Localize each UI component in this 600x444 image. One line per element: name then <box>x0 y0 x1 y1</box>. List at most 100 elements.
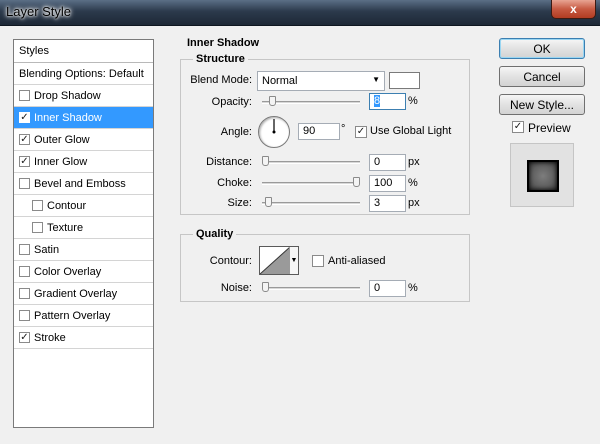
style-checkbox[interactable] <box>19 90 30 101</box>
style-item-label: Inner Shadow <box>34 111 102 124</box>
style-item-label: Pattern Overlay <box>34 309 111 322</box>
anti-aliased-label[interactable]: Anti-aliased <box>328 255 385 267</box>
opacity-input[interactable]: 8 <box>369 93 406 110</box>
new-style-button[interactable]: New Style... <box>499 94 585 115</box>
noise-slider-thumb[interactable] <box>262 282 269 292</box>
style-item-label: Color Overlay <box>34 265 102 278</box>
style-checkbox[interactable]: ✓ <box>19 134 30 145</box>
style-checkbox[interactable]: ✓ <box>19 112 30 123</box>
shadow-color-swatch[interactable] <box>389 72 420 89</box>
size-slider-track[interactable] <box>262 202 360 205</box>
opacity-value: 8 <box>374 95 381 107</box>
style-item-label: Gradient Overlay <box>34 287 118 300</box>
distance-unit: px <box>408 156 420 168</box>
noise-slider-track[interactable] <box>262 287 360 290</box>
style-item-bevel-and-emboss[interactable]: Bevel and Emboss <box>14 173 153 195</box>
distance-label: Distance: <box>206 156 252 168</box>
dialog-body: Styles Blending Options: Default Drop Sh… <box>0 26 600 444</box>
ok-button[interactable]: OK <box>499 38 585 59</box>
structure-title: Structure <box>193 53 248 65</box>
style-checkbox[interactable] <box>19 310 30 321</box>
contour-picker[interactable]: ▼ <box>259 246 299 275</box>
noise-label: Noise: <box>220 282 252 294</box>
blend-mode-select[interactable]: Normal ▼ <box>257 71 385 91</box>
distance-slider-track[interactable] <box>262 161 360 164</box>
distance-input[interactable]: 0 <box>369 154 406 171</box>
angle-label: Angle: <box>220 126 252 138</box>
chevron-down-icon: ▼ <box>372 75 380 84</box>
close-button[interactable]: x <box>551 0 596 19</box>
style-item-texture[interactable]: Texture <box>14 217 153 239</box>
style-checkbox[interactable] <box>19 288 30 299</box>
style-checkbox[interactable]: ✓ <box>19 332 30 343</box>
choke-unit: % <box>408 177 418 189</box>
blend-mode-label: Blend Mode: <box>190 74 252 86</box>
style-checkbox[interactable]: ✓ <box>19 156 30 167</box>
anti-aliased-checkbox[interactable] <box>312 255 324 267</box>
opacity-slider-thumb[interactable] <box>269 96 277 106</box>
angle-dial[interactable] <box>258 116 290 148</box>
style-item-label: Drop Shadow <box>34 89 101 102</box>
style-checkbox[interactable] <box>19 266 30 277</box>
quality-title: Quality <box>193 228 237 240</box>
style-item-pattern-overlay[interactable]: Pattern Overlay <box>14 305 153 327</box>
chevron-down-icon[interactable]: ▼ <box>289 247 298 274</box>
style-item-label: Texture <box>47 221 84 234</box>
style-item-gradient-overlay[interactable]: Gradient Overlay <box>14 283 153 305</box>
style-checkbox[interactable] <box>19 244 30 255</box>
opacity-slider-track[interactable] <box>262 101 360 104</box>
choke-slider-thumb[interactable] <box>353 177 360 187</box>
distance-slider-thumb[interactable] <box>262 156 269 166</box>
style-checkbox[interactable] <box>32 222 43 233</box>
style-checkbox[interactable] <box>19 178 30 189</box>
style-checkbox[interactable] <box>32 200 43 211</box>
angle-needle-icon <box>272 119 276 134</box>
opacity-label: Opacity: <box>211 96 252 108</box>
style-item-color-overlay[interactable]: Color Overlay <box>14 261 153 283</box>
use-global-light-label[interactable]: Use Global Light <box>370 125 451 137</box>
window-title: Layer Style <box>6 4 72 19</box>
style-item-label: Stroke <box>34 331 66 344</box>
section-title: Inner Shadow <box>184 37 263 49</box>
size-slider-thumb[interactable] <box>264 197 272 207</box>
preview-checkbox[interactable]: ✓ <box>512 121 524 133</box>
blending-options-item[interactable]: Blending Options: Default <box>14 63 153 85</box>
size-unit: px <box>408 197 420 209</box>
style-item-inner-glow[interactable]: ✓ Inner Glow <box>14 151 153 173</box>
choke-slider-track[interactable] <box>262 182 360 185</box>
contour-label: Contour: <box>209 255 252 267</box>
preview-swatch <box>527 160 559 192</box>
opacity-unit: % <box>408 95 418 107</box>
style-item-inner-shadow[interactable]: ✓ Inner Shadow <box>14 107 153 129</box>
blend-mode-value: Normal <box>262 75 298 87</box>
styles-list: Styles Blending Options: Default Drop Sh… <box>13 39 154 428</box>
noise-value: 0 <box>374 282 381 294</box>
choke-label: Choke: <box>217 177 252 189</box>
use-global-light-checkbox[interactable]: ✓ <box>355 126 367 138</box>
close-icon: x <box>570 2 577 16</box>
title-bar[interactable]: Layer Style x <box>0 0 600 26</box>
style-item-drop-shadow[interactable]: Drop Shadow <box>14 85 153 107</box>
style-item-satin[interactable]: Satin <box>14 239 153 261</box>
noise-input[interactable]: 0 <box>369 280 406 297</box>
size-value: 3 <box>374 197 381 209</box>
style-item-contour[interactable]: Contour <box>14 195 153 217</box>
angle-input[interactable]: 90 <box>298 123 340 140</box>
noise-unit: % <box>408 282 418 294</box>
style-item-label: Bevel and Emboss <box>34 177 126 190</box>
style-item-label: Contour <box>47 199 87 212</box>
choke-input[interactable]: 100 <box>369 175 406 192</box>
size-label: Size: <box>227 197 252 209</box>
distance-value: 0 <box>374 156 381 168</box>
styles-header[interactable]: Styles <box>14 40 153 63</box>
cancel-button[interactable]: Cancel <box>499 66 585 87</box>
choke-value: 100 <box>374 177 393 189</box>
style-preview <box>510 143 574 207</box>
style-item-label: Outer Glow <box>34 133 90 146</box>
size-input[interactable]: 3 <box>369 195 406 212</box>
angle-value: 90 <box>303 125 316 137</box>
style-item-label: Inner Glow <box>34 155 88 168</box>
style-item-outer-glow[interactable]: ✓ Outer Glow <box>14 129 153 151</box>
preview-label[interactable]: Preview <box>528 121 571 135</box>
style-item-stroke[interactable]: ✓ Stroke <box>14 327 153 349</box>
